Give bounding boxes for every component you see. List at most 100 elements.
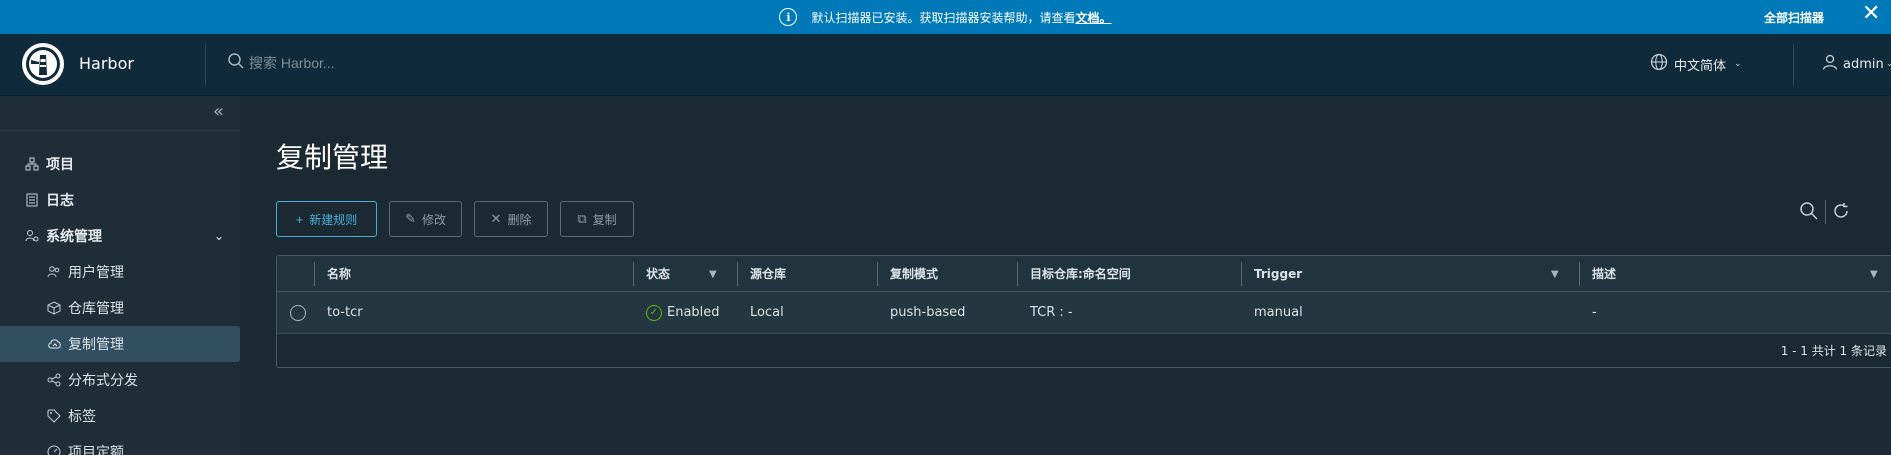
cell-status: ✓ Enabled bbox=[646, 292, 720, 333]
column-trigger[interactable]: Trigger bbox=[1254, 256, 1302, 291]
delete-label: 删除 bbox=[507, 212, 532, 227]
column-divider bbox=[737, 262, 738, 286]
column-status[interactable]: 状态 bbox=[646, 256, 670, 291]
replication-icon bbox=[46, 336, 62, 352]
chevron-down-icon: ⌄ bbox=[1885, 59, 1891, 69]
column-description[interactable]: 描述 bbox=[1592, 256, 1616, 291]
cell-trigger: manual bbox=[1254, 305, 1303, 320]
search-input[interactable] bbox=[249, 55, 509, 71]
delete-button[interactable]: ✕ 删除 bbox=[474, 201, 548, 237]
sidebar-item-system-admin[interactable]: 系统管理 ⌄ bbox=[0, 218, 240, 254]
info-banner: i 默认扫描器已安装。获取扫描器安装帮助，请查看 文档。 全部扫描器 ✕ bbox=[0, 0, 1891, 34]
copy-icon: ⧉ bbox=[577, 211, 587, 226]
sidebar-item-label: 系统管理 bbox=[46, 229, 102, 245]
new-rule-button[interactable]: + 新建规则 bbox=[276, 201, 377, 237]
sidebar-item-label: 用户管理 bbox=[68, 265, 124, 281]
sidebar-item-quotas[interactable]: 项目定额 bbox=[0, 434, 240, 455]
column-divider bbox=[1579, 262, 1580, 286]
column-mode[interactable]: 复制模式 bbox=[890, 256, 938, 291]
sidebar-item-labels[interactable]: 标签 bbox=[0, 398, 240, 434]
new-rule-label: 新建规则 bbox=[309, 212, 358, 227]
toolbar-divider bbox=[1825, 200, 1826, 224]
pagination-summary: 1 - 1 共计 1 条记录 bbox=[1780, 344, 1887, 358]
table-header: 名称 状态 ▼ 源仓库 复制模式 目标仓库:命名空间 Trigger ▼ 描述 … bbox=[277, 256, 1891, 292]
collapse-sidebar-icon[interactable]: « bbox=[213, 101, 224, 122]
chevron-down-icon: ⌄ bbox=[1734, 59, 1742, 69]
user-menu[interactable]: admin ⌄ bbox=[1821, 53, 1891, 75]
distribution-icon bbox=[46, 372, 62, 388]
sidebar-item-label: 分布式分发 bbox=[68, 373, 138, 389]
cell-description: - bbox=[1592, 305, 1597, 320]
edit-button[interactable]: ✎ 修改 bbox=[389, 201, 462, 237]
column-source[interactable]: 源仓库 bbox=[750, 256, 786, 291]
sidebar: « 项目 日志 系统管理 ⌄ 用户管理 仓库管理 复制管理 分布式分发 标签 项… bbox=[0, 96, 240, 455]
header-divider bbox=[1793, 44, 1794, 86]
filter-icon[interactable]: ▼ bbox=[1551, 269, 1559, 280]
sidebar-item-label: 日志 bbox=[46, 193, 74, 209]
close-icon: ✕ bbox=[490, 211, 502, 226]
language-selector[interactable]: 中文简体 ⌄ bbox=[1650, 53, 1742, 75]
cell-source: Local bbox=[750, 305, 784, 320]
edit-label: 修改 bbox=[421, 212, 446, 227]
refresh-icon[interactable] bbox=[1831, 201, 1853, 223]
row-select[interactable] bbox=[290, 292, 306, 333]
sidebar-item-replication[interactable]: 复制管理 bbox=[0, 326, 240, 362]
cell-name: to-tcr bbox=[327, 305, 363, 320]
sidebar-divider bbox=[0, 130, 240, 131]
harbor-logo[interactable] bbox=[22, 43, 64, 85]
plus-icon: + bbox=[295, 211, 304, 227]
column-target[interactable]: 目标仓库:命名空间 bbox=[1030, 256, 1131, 291]
pencil-icon: ✎ bbox=[405, 211, 416, 226]
copy-label: 复制 bbox=[592, 212, 617, 227]
docs-link[interactable]: 文档。 bbox=[1076, 9, 1112, 26]
close-banner-icon[interactable]: ✕ bbox=[1862, 2, 1880, 26]
column-name[interactable]: 名称 bbox=[327, 256, 351, 291]
globe-icon bbox=[1650, 53, 1668, 75]
header-divider bbox=[205, 44, 206, 86]
column-divider bbox=[1241, 262, 1242, 286]
search-icon[interactable] bbox=[227, 52, 245, 74]
language-label: 中文简体 bbox=[1674, 58, 1727, 74]
users-icon bbox=[46, 264, 62, 280]
sidebar-item-projects[interactable]: 项目 bbox=[0, 146, 240, 182]
quota-icon bbox=[46, 444, 62, 455]
status-label: Enabled bbox=[667, 305, 720, 320]
column-divider bbox=[877, 262, 878, 286]
column-divider bbox=[1017, 262, 1018, 286]
username: admin bbox=[1843, 56, 1884, 72]
admin-icon bbox=[24, 228, 40, 244]
filter-icon[interactable]: ▼ bbox=[1870, 269, 1878, 280]
logs-icon bbox=[24, 192, 40, 208]
info-icon: i bbox=[779, 8, 798, 26]
sidebar-item-label: 项目 bbox=[46, 157, 74, 173]
radio-button[interactable] bbox=[290, 304, 306, 321]
app-title[interactable]: Harbor bbox=[79, 54, 134, 73]
tag-icon bbox=[46, 408, 62, 424]
replication-rules-table: 名称 状态 ▼ 源仓库 复制模式 目标仓库:命名空间 Trigger ▼ 描述 … bbox=[276, 255, 1891, 368]
cell-target: TCR : - bbox=[1030, 305, 1073, 320]
sidebar-item-distribution[interactable]: 分布式分发 bbox=[0, 362, 240, 398]
check-circle-icon: ✓ bbox=[646, 304, 662, 321]
chevron-down-icon[interactable]: ⌄ bbox=[214, 229, 224, 243]
sidebar-item-label: 标签 bbox=[68, 409, 96, 425]
column-divider bbox=[633, 262, 634, 286]
copy-button[interactable]: ⧉ 复制 bbox=[560, 201, 634, 237]
sidebar-item-logs[interactable]: 日志 bbox=[0, 182, 240, 218]
top-header: Harbor 中文简体 ⌄ admin ⌄ bbox=[0, 34, 1891, 96]
column-divider bbox=[314, 262, 315, 286]
global-search[interactable] bbox=[227, 52, 509, 74]
table-row[interactable]: to-tcr ✓ Enabled Local push-based TCR : … bbox=[277, 292, 1891, 334]
sidebar-item-label: 项目定额 bbox=[68, 445, 124, 455]
page-title: 复制管理 bbox=[276, 141, 389, 174]
registry-icon bbox=[46, 300, 62, 316]
filter-icon[interactable]: ▼ bbox=[709, 269, 717, 280]
sidebar-item-label: 复制管理 bbox=[68, 337, 124, 353]
sidebar-item-label: 仓库管理 bbox=[68, 301, 124, 317]
sidebar-item-registries[interactable]: 仓库管理 bbox=[0, 290, 240, 326]
sidebar-item-users[interactable]: 用户管理 bbox=[0, 254, 240, 290]
projects-icon bbox=[24, 156, 40, 172]
scan-all-button[interactable]: 全部扫描器 bbox=[1764, 0, 1824, 34]
cell-mode: push-based bbox=[890, 305, 966, 320]
user-icon bbox=[1821, 53, 1839, 75]
search-icon[interactable] bbox=[1799, 201, 1821, 223]
